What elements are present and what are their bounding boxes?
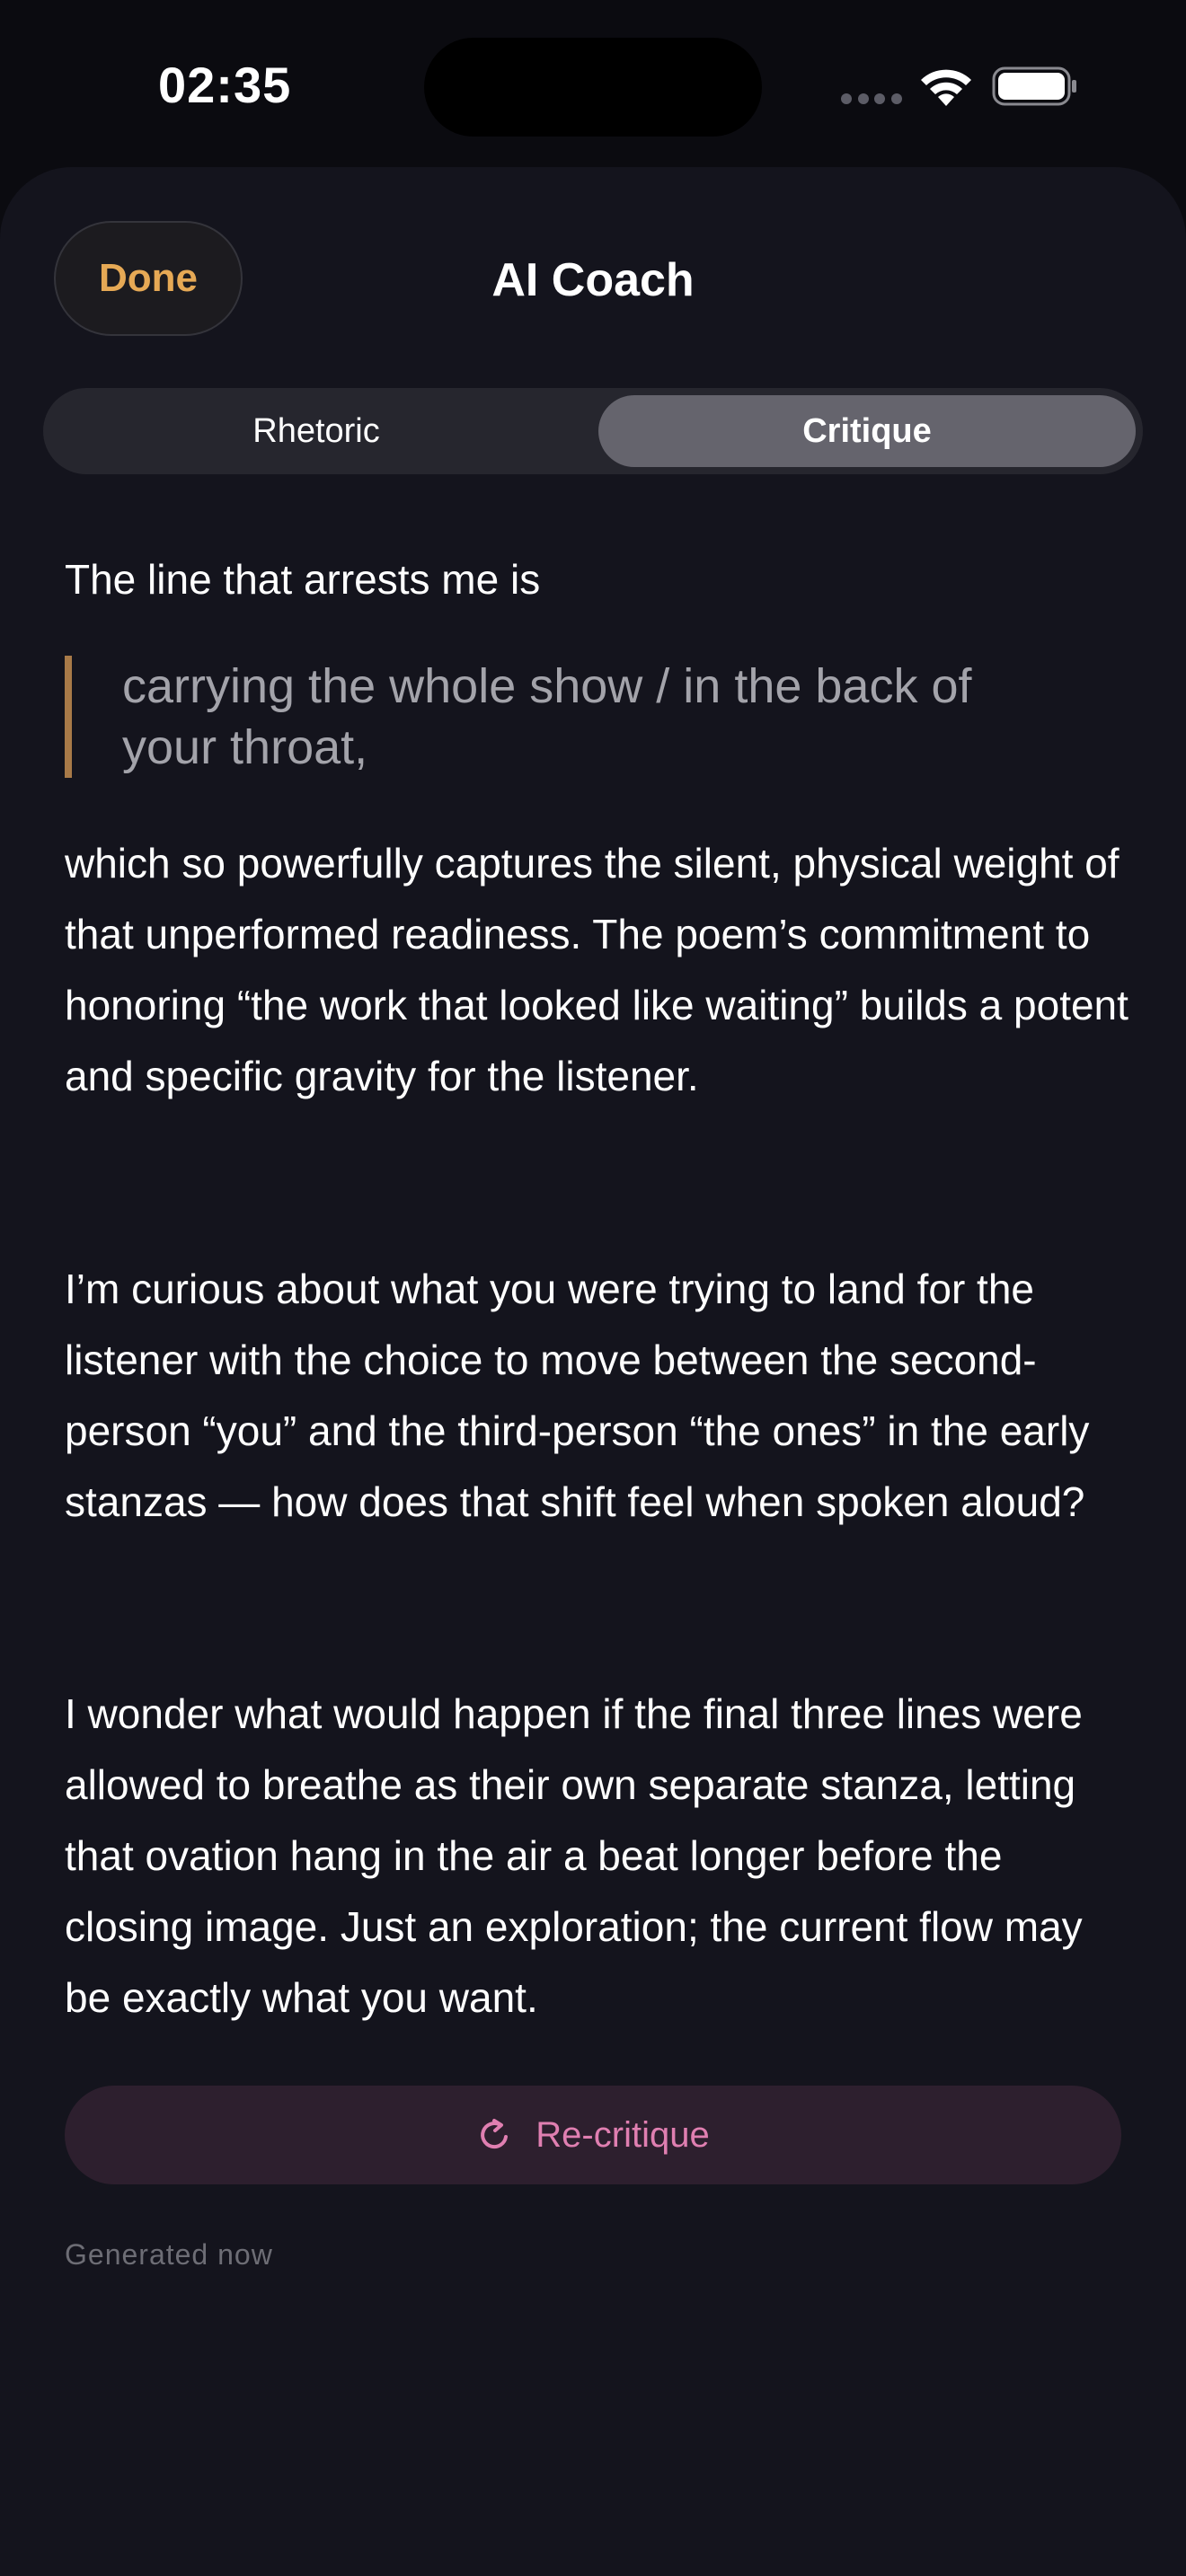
quoted-line: carrying the whole show / in the back of…: [65, 656, 1071, 778]
dynamic-island: [424, 38, 762, 137]
recritique-button[interactable]: Re-critique: [65, 2086, 1121, 2184]
critique-paragraph-1: which so powerfully captures the silent,…: [65, 840, 1128, 1099]
mode-segmented-control: Rhetoric Critique: [43, 388, 1143, 474]
ai-coach-sheet: Done AI Coach Rhetoric Critique The line…: [0, 167, 1186, 2576]
generated-timestamp: Generated now: [65, 2238, 273, 2271]
refresh-icon: [481, 2119, 509, 2149]
status-time: 02:35: [158, 57, 292, 113]
sheet-title: AI Coach: [491, 254, 695, 306]
quote-line-1: carrying the whole show / in the back of: [122, 659, 972, 713]
cellular-signal-icon: [841, 93, 902, 106]
critique-paragraph-3: I wonder what would happen if the final …: [65, 1690, 1083, 2021]
wifi-icon: [921, 69, 971, 106]
tab-rhetoric[interactable]: Rhetoric: [50, 395, 582, 467]
critique-intro: The line that arrests me is: [65, 556, 541, 603]
status-bar: 02:35: [0, 0, 1186, 171]
tab-critique[interactable]: Critique: [598, 395, 1136, 467]
battery-icon: [992, 66, 1076, 106]
recritique-label: Re-critique: [535, 2114, 710, 2155]
critique-paragraph-2: I’m curious about what you were trying t…: [65, 1266, 1090, 1525]
quote-line-2: your throat,: [122, 720, 368, 774]
